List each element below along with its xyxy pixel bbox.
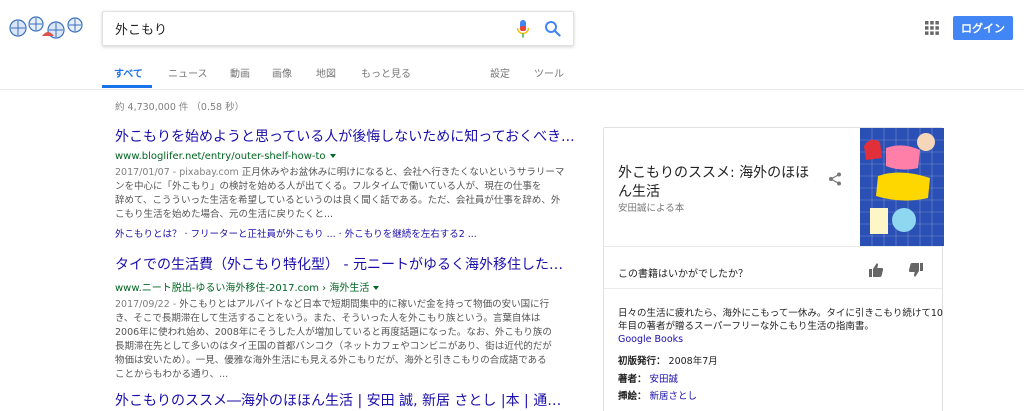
kp-subtitle: 安田誠による本 <box>618 203 685 214</box>
kp-illustrator-link[interactable]: 新居さとし <box>650 391 698 402</box>
kp-author-link[interactable]: 安田誠 <box>650 374 679 385</box>
snippet-line: 2006年に使われ始め、2008年にそうした人が増加していると再度話題になった。… <box>115 327 552 338</box>
tab-tools[interactable]: ツール <box>534 65 564 80</box>
result-snippet: 2017/01/07 - pixabay.com 正月休みやお盆休みに明けになる… <box>115 166 580 222</box>
apps-grid-icon[interactable] <box>925 21 939 35</box>
login-button[interactable]: ログイン <box>953 16 1013 40</box>
snippet-line: こもり生活を始めた場合、元の生活に戻りたくと... <box>115 209 334 220</box>
kp-fact-value: 2008年7月 <box>668 356 718 367</box>
thumb-up-icon[interactable] <box>868 262 884 278</box>
result-date: 2017/01/07 - pixabay.com <box>115 167 239 178</box>
snippet-line: ンを中心に「外こもり」の検討を始める人が出てくる。フルタイムで働いている人が、現… <box>115 181 542 192</box>
tab-videos[interactable]: 動画 <box>230 65 250 80</box>
tab-all[interactable]: すべて <box>114 65 143 80</box>
kp-fact-label: 初版発行： <box>618 356 666 367</box>
kp-title: 外こもりのススメ: 海外のほほん生活 <box>618 165 810 200</box>
result-title-link[interactable]: 外こもりのススメ―海外のほほん生活 | 安田 誠, 新居 さとし |本 | 通販… <box>115 390 575 410</box>
result-snippet: 2017/09/22 - 外こもりとはアルバイトなど日本で短期間集中的に稼いだ金… <box>115 298 580 382</box>
snippet-line: 長期滞在先として多いのはタイ王国の首都バンコク（ネットカフェやコンビニがあり、街… <box>115 341 552 352</box>
result-title-link[interactable]: 外こもりを始めようと思っている人が後悔しないために知っておくべき... <box>115 126 575 146</box>
snippet-line: ことからもわかる通り、... <box>115 369 229 380</box>
kp-fact-label: 著者： <box>618 374 647 385</box>
header: ログイン すべて ニュース 動画 画像 地図 もっと見る 設定 ツール <box>0 0 1024 90</box>
search-input[interactable] <box>115 12 505 45</box>
search-result: 外こもりを始めようと思っている人が後悔しないために知っておくべき... www.… <box>115 126 580 240</box>
kp-source-link[interactable]: Google Books <box>618 334 683 345</box>
knowledge-panel: 外こもりのススメ: 海外のほほん生活 安田誠による本 この書籍はいかがでしたか？ <box>603 127 944 411</box>
kp-divider <box>604 288 942 289</box>
snippet-line: 辞めて、こうういった生活を希望しているというのは良く聞く話である。ただ、会社員が… <box>115 195 561 206</box>
result-title-link[interactable]: タイでの生活費（外こもり特化型） - 元ニートがゆるく海外移住した結果 <box>115 254 575 274</box>
url-dropdown-icon[interactable] <box>329 154 336 158</box>
snippet-line: 外こもりとはアルバイトなど日本で短期間集中的に稼いだ金を持って物価の安い国に行 <box>179 299 550 310</box>
snippet-line: 物価は安いため）。一見、優雅な海外生活にも見える外こもりだが、海外と引きこもりの… <box>115 355 547 366</box>
url-dropdown-icon[interactable] <box>373 286 380 290</box>
active-tab-indicator <box>102 85 152 88</box>
result-url: www.ニート脱出-ゆるい海外移住-2017.com › 海外生活 <box>115 279 580 294</box>
kp-fact-published: 初版発行： 2008年7月 <box>618 353 718 367</box>
snippet-line: き、そこで長期滞在して生活することをいう。また、そういった人を外こもり族という。… <box>115 313 541 324</box>
tab-more[interactable]: もっと見る <box>361 65 411 80</box>
result-sitelinks[interactable]: 外こもりとは？ · フリーターと正社員が外こもり ... · 外こもりを継続を左… <box>115 226 580 240</box>
search-icon[interactable] <box>544 20 561 37</box>
kp-description: 日々の生活に疲れたら、海外にこもって一休み。タイに引きこもり続けて10年目の著者… <box>618 307 943 346</box>
result-url-text: www.bloglifer.net/entry/outer-shelf-how-… <box>115 151 326 162</box>
tab-news[interactable]: ニュース <box>168 65 208 80</box>
result-url-text: www.ニート脱出-ゆるい海外移住-2017.com › 海外生活 <box>115 283 370 294</box>
book-cover-image[interactable] <box>860 128 944 246</box>
tab-settings[interactable]: 設定 <box>490 65 510 80</box>
result-url: www.bloglifer.net/entry/outer-shelf-how-… <box>115 151 580 162</box>
result-stats: 約 4,730,000 件 （0.58 秒） <box>115 102 245 113</box>
kp-rating-question: この書籍はいかがでしたか？ <box>618 269 748 280</box>
kp-fact-author: 著者： 安田誠 <box>618 371 678 385</box>
microphone-icon[interactable] <box>516 20 530 38</box>
search-result: タイでの生活費（外こもり特化型） - 元ニートがゆるく海外移住した結果 www.… <box>115 254 580 382</box>
google-doodle-logo[interactable] <box>8 10 88 46</box>
tab-maps[interactable]: 地図 <box>316 65 336 80</box>
search-result: 外こもりのススメ―海外のほほん生活 | 安田 誠, 新居 さとし |本 | 通販… <box>115 390 580 410</box>
result-date: 2017/09/22 - <box>115 299 177 310</box>
share-icon[interactable] <box>828 172 842 186</box>
kp-fact-illustrator: 挿絵： 新居さとし <box>618 388 697 402</box>
kp-divider <box>604 246 942 247</box>
kp-fact-label: 挿絵： <box>618 391 647 402</box>
thumb-down-icon[interactable] <box>908 262 924 278</box>
search-box[interactable] <box>102 11 574 46</box>
snippet-line: 正月休みやお盆休みに明けになると、会社へ行きたくないというサラリーマ <box>241 167 565 178</box>
kp-description-text: 日々の生活に疲れたら、海外にこもって一休み。タイに引きこもり続けて10年目の著者… <box>618 308 943 332</box>
search-tabs: すべて ニュース 動画 画像 地図 もっと見る 設定 ツール <box>0 60 1024 90</box>
tab-images[interactable]: 画像 <box>272 65 292 80</box>
